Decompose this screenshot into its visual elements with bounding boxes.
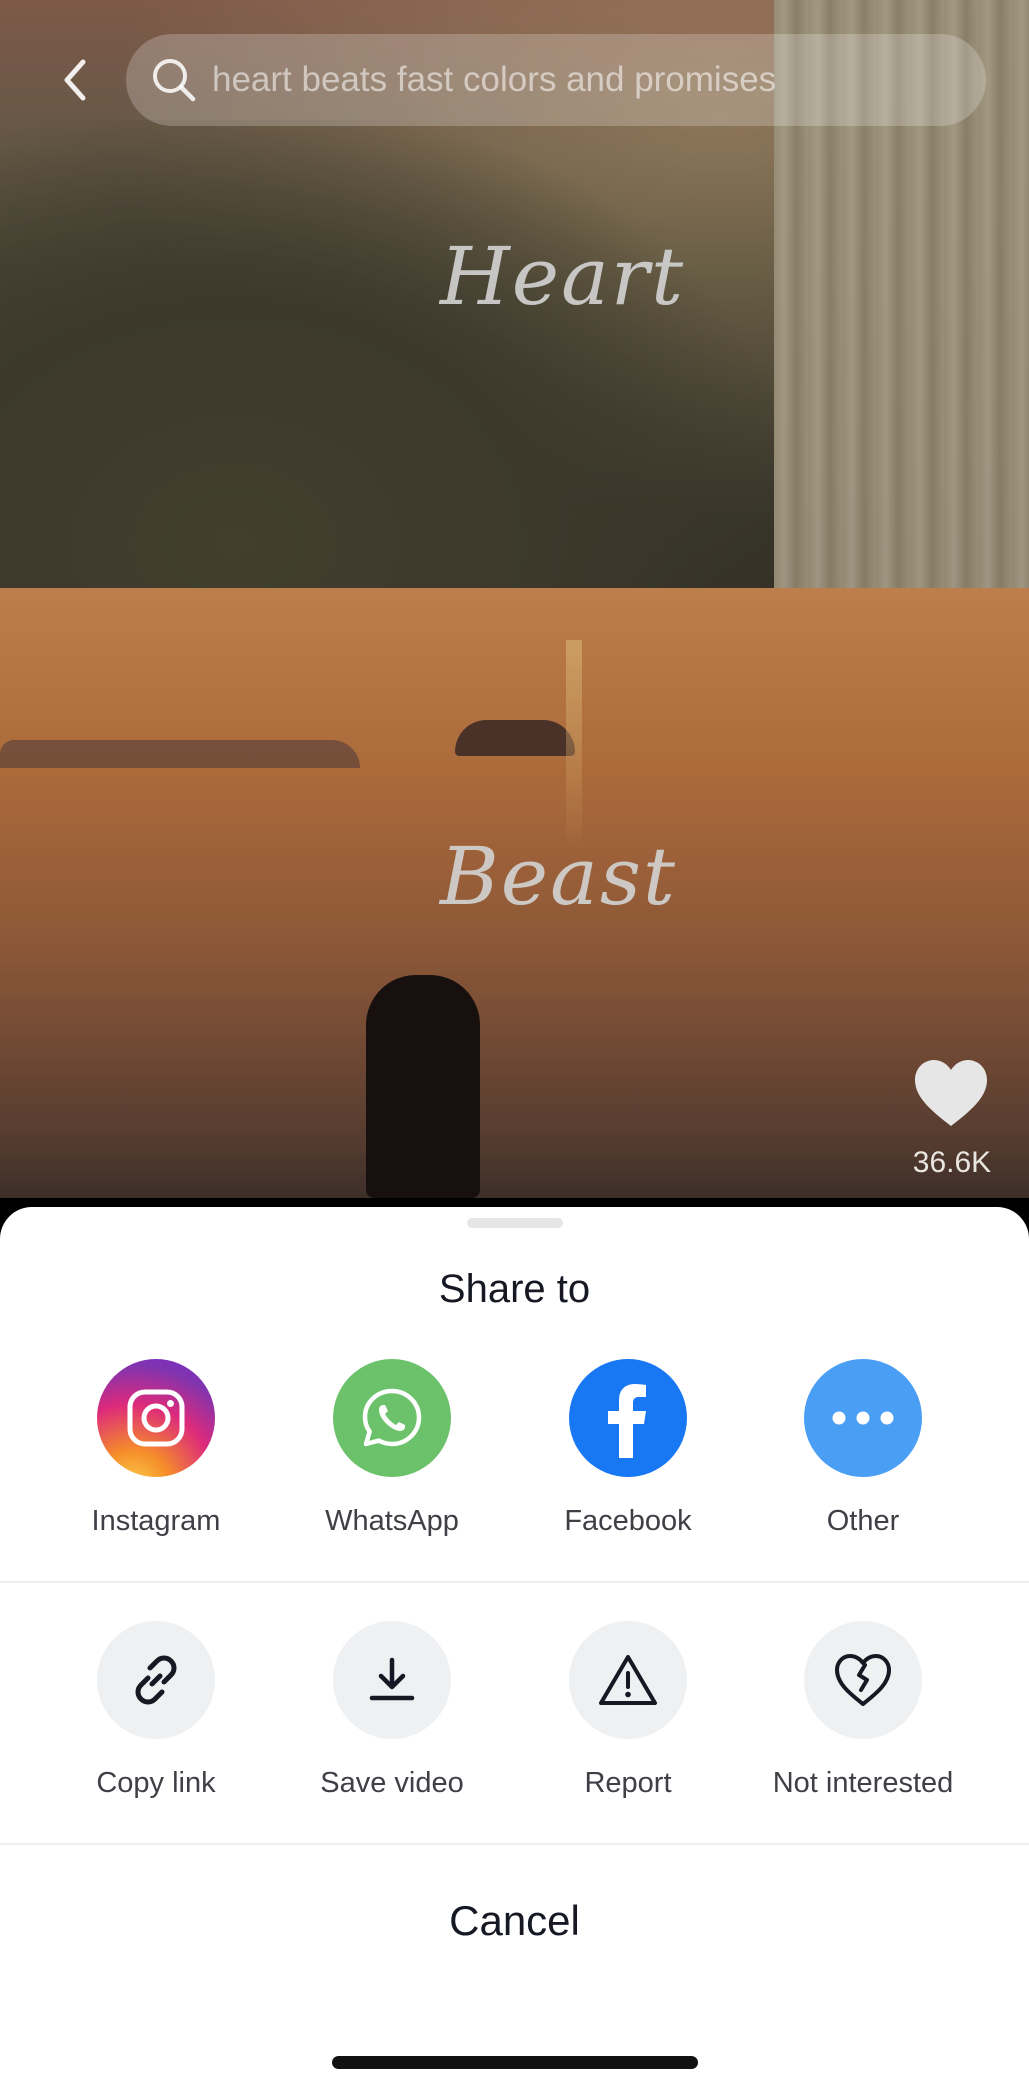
share-other-button[interactable]: Other [745, 1359, 981, 1538]
warning-icon [569, 1621, 687, 1739]
copy-link-button[interactable]: Copy link [38, 1621, 274, 1800]
not-interested-label: Not interested [772, 1767, 954, 1799]
share-instagram-label: Instagram [91, 1505, 221, 1537]
share-sheet: Share to Instagram WhatsApp Facebook Oth… [0, 1207, 1029, 2091]
video-scrim [0, 0, 1029, 1210]
not-interested-button[interactable]: Not interested [745, 1621, 981, 1800]
save-video-button[interactable]: Save video [274, 1621, 510, 1800]
share-facebook-label: Facebook [564, 1505, 692, 1537]
sheet-handle[interactable] [467, 1218, 563, 1228]
search-query-text: heart beats fast colors and promises [212, 60, 777, 99]
link-icon [97, 1621, 215, 1739]
report-label: Report [584, 1767, 672, 1799]
cancel-button[interactable]: Cancel [0, 1897, 1029, 1945]
share-other-label: Other [826, 1505, 900, 1537]
whatsapp-icon [333, 1359, 451, 1477]
save-video-label: Save video [320, 1767, 464, 1799]
report-button[interactable]: Report [510, 1621, 746, 1800]
share-instagram-button[interactable]: Instagram [38, 1359, 274, 1538]
share-whatsapp-button[interactable]: WhatsApp [274, 1359, 510, 1538]
divider [0, 1581, 1029, 1583]
like-count: 36.6K [912, 1146, 992, 1179]
broken-heart-icon [804, 1621, 922, 1739]
back-button[interactable] [52, 58, 96, 102]
copy-link-label: Copy link [96, 1767, 216, 1799]
share-facebook-button[interactable]: Facebook [510, 1359, 746, 1538]
download-icon [333, 1621, 451, 1739]
home-indicator [332, 2056, 698, 2069]
sheet-title: Share to [438, 1267, 591, 1311]
chevron-left-icon [64, 59, 86, 101]
divider [0, 1843, 1029, 1845]
instagram-icon [97, 1359, 215, 1477]
more-icon [804, 1359, 922, 1477]
search-icon [148, 54, 200, 106]
share-whatsapp-label: WhatsApp [325, 1505, 459, 1537]
facebook-icon [569, 1359, 687, 1477]
search-bar[interactable]: heart beats fast colors and promises [126, 34, 986, 126]
heart-icon[interactable] [913, 1058, 989, 1128]
